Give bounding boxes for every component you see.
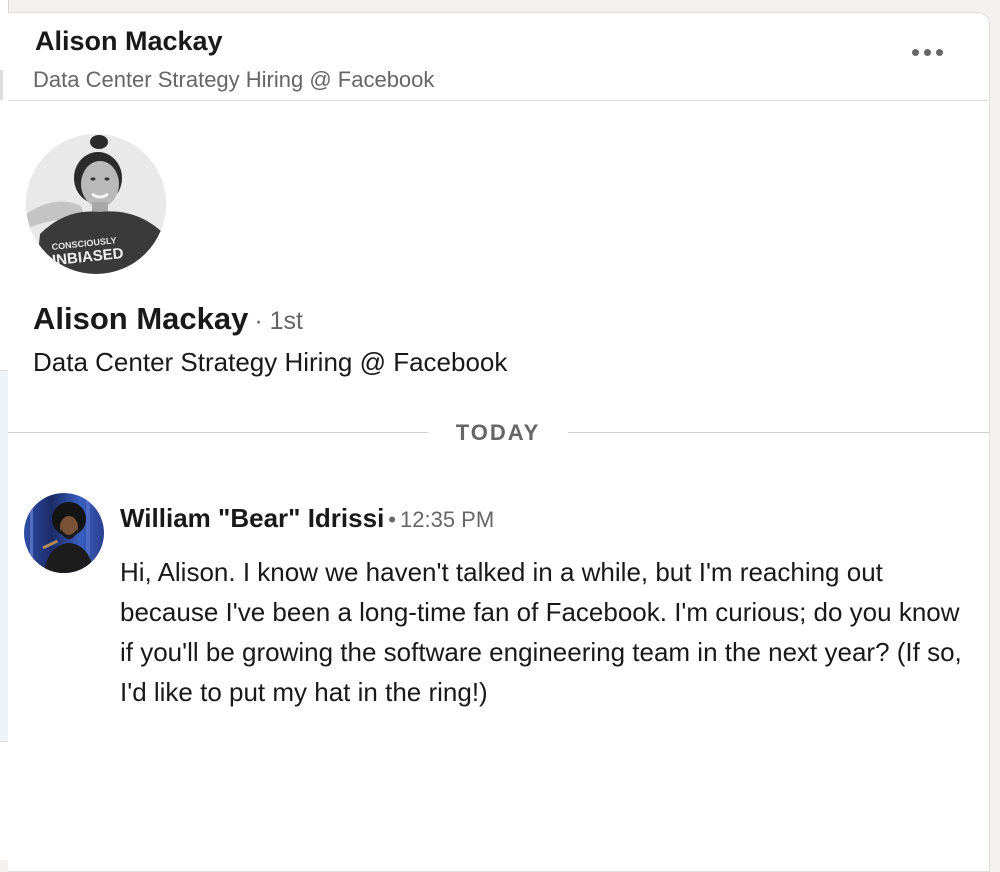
panel-edge-mark	[0, 70, 3, 100]
sender-avatar[interactable]	[24, 493, 104, 573]
header-contact-name[interactable]: Alison Mackay	[35, 26, 223, 57]
message-timestamp: 12:35 PM	[400, 507, 495, 532]
message-sender-name[interactable]: William "Bear" Idrissi	[120, 503, 384, 533]
date-divider: TODAY	[8, 420, 989, 445]
divider-line-right	[568, 432, 989, 433]
more-options-button[interactable]	[906, 43, 949, 62]
profile-avatar[interactable]: CONSCIOUSLY UNBIASED	[26, 134, 166, 274]
profile-name[interactable]: Alison Mackay · 1st	[33, 301, 303, 337]
connection-degree: · 1st	[254, 307, 303, 335]
conversation-header: Alison Mackay Data Center Strategy Hirin…	[8, 13, 989, 101]
more-horizontal-icon	[912, 49, 919, 56]
profile-headline: Data Center Strategy Hiring @ Facebook	[33, 347, 508, 377]
header-contact-headline: Data Center Strategy Hiring @ Facebook	[33, 67, 435, 92]
divider-line-left	[8, 432, 428, 433]
profile-card: CONSCIOUSLY UNBIASED Alison Mackay · 1st …	[8, 101, 989, 401]
profile-name-text[interactable]: Alison Mackay	[33, 301, 248, 336]
sender-photo	[24, 493, 104, 573]
message-separator: •	[388, 507, 396, 532]
conversation-panel: Alison Mackay Data Center Strategy Hirin…	[8, 12, 990, 872]
message-body: Hi, Alison. I know we haven't talked in …	[120, 557, 962, 707]
date-divider-label: TODAY	[455, 420, 541, 445]
message-header: William "Bear" Idrissi • 12:35 PM	[120, 503, 494, 534]
profile-photo: CONSCIOUSLY UNBIASED	[26, 134, 166, 274]
selected-conversation-edge[interactable]	[0, 370, 8, 742]
